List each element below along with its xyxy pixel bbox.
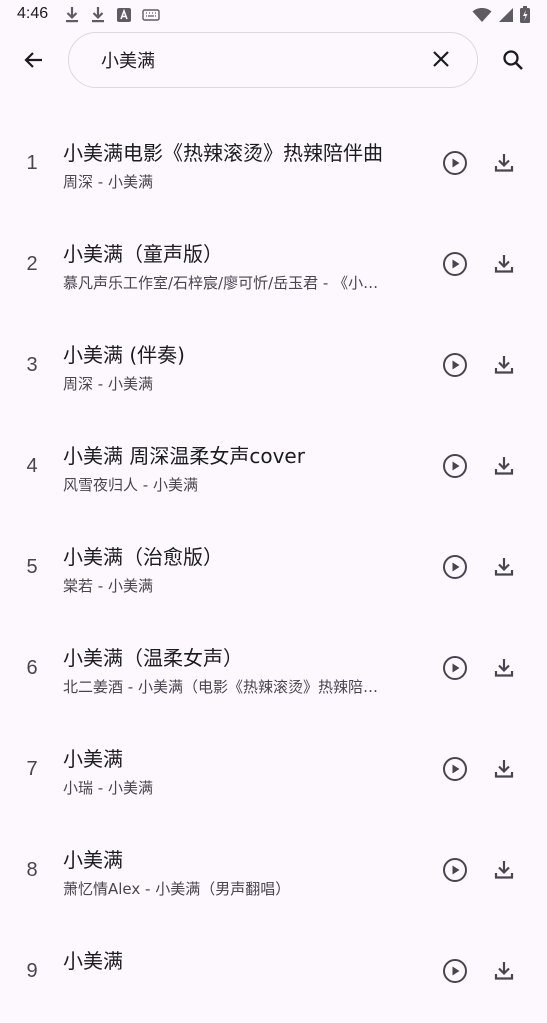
play-button[interactable]	[439, 553, 471, 585]
search-field[interactable]	[68, 32, 478, 88]
track-index: 7	[26, 758, 38, 780]
play-circle-icon	[442, 453, 468, 483]
download-icon	[492, 858, 516, 886]
a-badge-icon	[116, 7, 132, 23]
download-button[interactable]	[488, 452, 520, 484]
track-subtitle: 小瑞 - 小美满	[63, 779, 153, 797]
track-title: 小美满	[63, 747, 123, 771]
download-icon	[492, 353, 516, 381]
list-item[interactable]: 1 小美满电影《热辣滚烫》热辣陪伴曲 周深 - 小美满	[0, 114, 547, 215]
play-button[interactable]	[439, 351, 471, 383]
play-button[interactable]	[439, 654, 471, 686]
results-list: 1 小美满电影《热辣滚烫》热辣陪伴曲 周深 - 小美满 2 小美满（童声版） 慕…	[0, 114, 547, 1023]
track-subtitle: 风雪夜归人 - 小美满	[63, 476, 198, 494]
track-title: 小美满 (伴奏)	[63, 343, 185, 367]
back-button[interactable]	[14, 42, 54, 82]
download-icon	[90, 6, 106, 24]
clear-button[interactable]	[427, 47, 455, 75]
track-subtitle: 周深 - 小美满	[63, 375, 153, 393]
list-item[interactable]: 4 小美满 周深温柔女声cover 风雪夜归人 - 小美满	[0, 417, 547, 518]
track-index: 8	[26, 859, 38, 881]
track-index: 5	[26, 556, 38, 578]
track-index: 4	[26, 455, 38, 477]
play-circle-icon	[442, 857, 468, 887]
track-title: 小美满	[63, 848, 123, 872]
search-input[interactable]	[101, 47, 401, 73]
download-button[interactable]	[488, 957, 520, 989]
track-subtitle: 慕凡声乐工作室/石梓宸/廖可忻/岳玉君 - 《小…	[63, 274, 379, 292]
download-icon	[492, 151, 516, 179]
track-index: 9	[26, 960, 38, 982]
track-index: 2	[26, 253, 38, 275]
track-index: 1	[26, 152, 38, 174]
wifi-icon	[472, 7, 492, 27]
list-item[interactable]: 8 小美满 萧忆情Alex - 小美满（男声翻唱）	[0, 821, 547, 922]
keyboard-icon	[142, 8, 160, 22]
download-icon	[492, 959, 516, 987]
play-button[interactable]	[439, 856, 471, 888]
download-icon	[492, 656, 516, 684]
play-button[interactable]	[439, 250, 471, 282]
track-subtitle: 棠若 - 小美满	[63, 577, 153, 595]
play-circle-icon	[442, 352, 468, 382]
list-item[interactable]: 2 小美满（童声版） 慕凡声乐工作室/石梓宸/廖可忻/岳玉君 - 《小…	[0, 215, 547, 316]
download-button[interactable]	[488, 755, 520, 787]
play-circle-icon	[442, 251, 468, 281]
download-button[interactable]	[488, 856, 520, 888]
download-icon	[492, 757, 516, 785]
list-item[interactable]: 5 小美满（治愈版） 棠若 - 小美满	[0, 518, 547, 619]
download-button[interactable]	[488, 351, 520, 383]
track-index: 6	[26, 657, 38, 679]
play-button[interactable]	[439, 149, 471, 181]
close-icon	[431, 49, 451, 73]
download-button[interactable]	[488, 553, 520, 585]
system-icons	[472, 6, 530, 27]
download-button[interactable]	[488, 250, 520, 282]
track-subtitle: 周深 - 小美满	[63, 173, 153, 191]
list-item[interactable]: 3 小美满 (伴奏) 周深 - 小美满	[0, 316, 547, 417]
play-circle-icon	[442, 150, 468, 180]
notification-icons	[64, 6, 160, 24]
download-icon	[492, 252, 516, 280]
search-button[interactable]	[493, 42, 533, 82]
search-icon	[501, 48, 525, 76]
track-title: 小美满（治愈版）	[63, 545, 223, 569]
play-button[interactable]	[439, 755, 471, 787]
track-title: 小美满（温柔女声）	[63, 646, 243, 670]
download-icon	[492, 555, 516, 583]
track-title: 小美满（童声版）	[63, 242, 223, 266]
play-button[interactable]	[439, 957, 471, 989]
track-subtitle: 北二姜酒 - 小美满（电影《热辣滚烫》热辣陪…	[63, 678, 378, 696]
signal-icon	[498, 7, 514, 27]
battery-charging-icon	[520, 6, 530, 27]
download-icon	[492, 454, 516, 482]
download-icon	[64, 6, 80, 24]
list-item[interactable]: 6 小美满（温柔女声） 北二姜酒 - 小美满（电影《热辣滚烫》热辣陪…	[0, 619, 547, 720]
track-index: 3	[26, 354, 38, 376]
status-time: 4:46	[17, 5, 49, 22]
play-circle-icon	[442, 554, 468, 584]
search-bar	[0, 32, 547, 92]
download-button[interactable]	[488, 149, 520, 181]
status-bar: 4:46	[0, 0, 547, 30]
play-circle-icon	[442, 958, 468, 988]
track-subtitle: 萧忆情Alex - 小美满（男声翻唱）	[63, 880, 291, 898]
track-title: 小美满 周深温柔女声cover	[63, 444, 305, 468]
track-title: 小美满	[63, 949, 123, 973]
list-item[interactable]: 7 小美满 小瑞 - 小美满	[0, 720, 547, 821]
arrow-back-icon	[22, 48, 46, 76]
list-item[interactable]: 9 小美满	[0, 922, 547, 1023]
play-circle-icon	[442, 756, 468, 786]
play-circle-icon	[442, 655, 468, 685]
track-title: 小美满电影《热辣滚烫》热辣陪伴曲	[63, 141, 383, 165]
download-button[interactable]	[488, 654, 520, 686]
play-button[interactable]	[439, 452, 471, 484]
